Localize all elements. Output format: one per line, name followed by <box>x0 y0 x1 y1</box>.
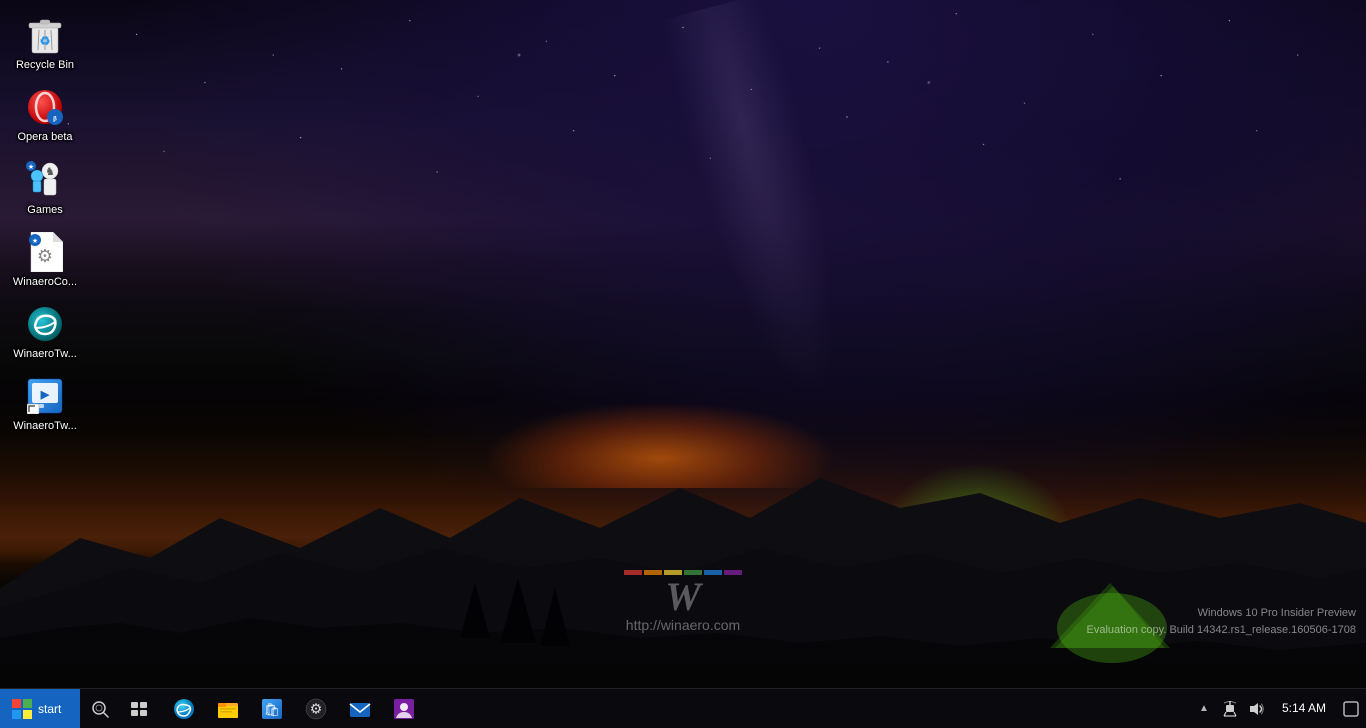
bar-red <box>624 570 642 575</box>
bar-purple <box>724 570 742 575</box>
logo-cell-red <box>12 699 21 708</box>
winaero-config-image: ⚙ ★ <box>25 232 65 272</box>
volume-icon[interactable] <box>1244 689 1268 728</box>
logo-cell-blue <box>12 710 21 719</box>
svg-text:★: ★ <box>32 237 38 245</box>
build-watermark: Windows 10 Pro Insider Preview Evaluatio… <box>1087 605 1357 638</box>
terrain-svg <box>0 408 1366 688</box>
recycle-bin-icon[interactable]: ♻ Recycle Bin <box>5 10 85 77</box>
svg-text:▶: ▶ <box>40 389 50 401</box>
notification-button[interactable] <box>1336 689 1366 728</box>
task-view-button[interactable] <box>120 689 160 728</box>
svg-text:★: ★ <box>28 163 34 171</box>
winaero-edge-label: WinaeroTw... <box>13 347 77 361</box>
bar-blue <box>704 570 722 575</box>
logo-cell-green <box>23 699 32 708</box>
watermark-url: http://winaero.com <box>626 617 740 633</box>
taskbar-pinned: 🛍 ⚙ <box>160 689 428 728</box>
taskbar-explorer-button[interactable] <box>206 689 250 728</box>
winaero-config-label: WinaeroCo... <box>13 275 77 289</box>
taskbar-settings-button[interactable]: ⚙ <box>294 689 338 728</box>
svg-text:⚙: ⚙ <box>310 700 323 716</box>
recycle-bin-image: ♻ <box>25 15 65 55</box>
opera-beta-image: β <box>25 87 65 127</box>
winaero-edge-image <box>25 304 65 344</box>
svg-text:🛍: 🛍 <box>264 702 281 717</box>
desktop: ♻ Recycle Bin <box>0 0 1366 688</box>
winaero-shortcut-icon[interactable]: ▶ WinaeroTw... <box>5 371 85 438</box>
games-label: Games <box>27 203 62 217</box>
games-icon[interactable]: ♞ ★ Games <box>5 155 85 222</box>
svg-text:⚙: ⚙ <box>37 246 53 266</box>
desktop-icons: ♻ Recycle Bin <box>5 10 85 439</box>
opera-beta-label: Opera beta <box>17 130 72 144</box>
clock[interactable]: 5:14 AM <box>1272 689 1336 728</box>
start-button[interactable]: start <box>0 689 80 728</box>
taskbar: start <box>0 688 1366 728</box>
taskbar-mail-button[interactable] <box>338 689 382 728</box>
build-line2: Evaluation copy. Build 14342.rs1_release… <box>1087 622 1357 639</box>
svg-text:β: β <box>53 117 57 123</box>
games-image: ♞ ★ <box>25 160 65 200</box>
winaero-shortcut-image: ▶ <box>25 376 65 416</box>
logo-cell-yellow <box>23 710 32 719</box>
system-tray: ▲ <box>1188 689 1272 728</box>
taskbar-edge-button[interactable] <box>162 689 206 728</box>
opera-beta-icon[interactable]: β Opera beta <box>5 82 85 149</box>
winaero-edge-icon[interactable]: WinaeroTw... <box>5 299 85 366</box>
winaero-shortcut-label: WinaeroTw... <box>13 419 77 433</box>
svg-text:♞: ♞ <box>45 166 55 178</box>
build-line1: Windows 10 Pro Insider Preview <box>1087 605 1357 622</box>
start-label: start <box>38 702 61 716</box>
network-icon[interactable] <box>1218 689 1242 728</box>
clock-time: 5:14 AM <box>1282 701 1326 717</box>
watermark: W http://winaero.com <box>624 570 742 633</box>
tray-expand-button[interactable]: ▲ <box>1192 689 1216 728</box>
winaero-config-icon[interactable]: ⚙ ★ WinaeroCo... <box>5 227 85 294</box>
taskbar-right: ▲ <box>1188 689 1366 728</box>
recycle-bin-label: Recycle Bin <box>16 58 74 72</box>
bar-orange <box>644 570 662 575</box>
taskbar-user-button[interactable] <box>382 689 426 728</box>
cortana-button[interactable] <box>80 689 120 728</box>
milkyway-effect <box>566 0 963 445</box>
windows-logo <box>12 699 32 719</box>
watermark-logo: W <box>665 577 701 617</box>
taskbar-store-button[interactable]: 🛍 <box>250 689 294 728</box>
